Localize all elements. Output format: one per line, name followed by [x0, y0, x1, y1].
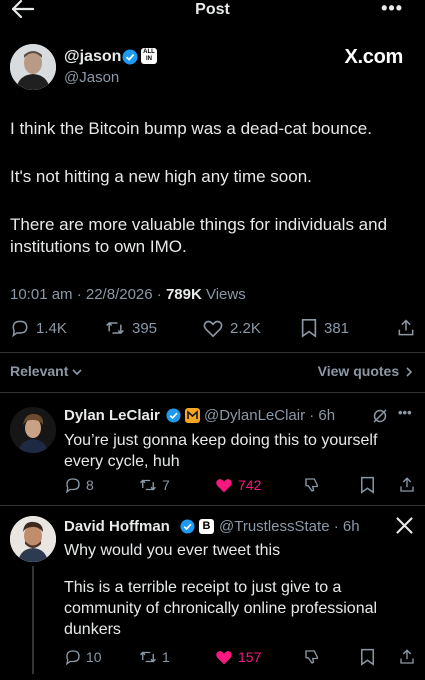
views-label: Views [201, 286, 246, 303]
reply-author-name[interactable]: David Hoffman [64, 518, 170, 535]
reply-icon [12, 320, 28, 338]
author-handle[interactable]: @Jason [64, 69, 119, 86]
page-title: Post [195, 1, 230, 18]
bookmark-icon [361, 648, 374, 666]
sort-label: Relevant [10, 363, 69, 379]
verified-badge-icon [180, 519, 195, 534]
more-options-icon[interactable]: ••• [381, 0, 403, 17]
reply-avatar[interactable] [10, 516, 56, 562]
repost-button[interactable]: 395 [104, 318, 157, 338]
reply-text: Why would you ever tweet this [64, 542, 281, 559]
repost-icon [106, 321, 124, 335]
grok-icon[interactable] [372, 408, 388, 424]
reply-text-continued: This is a terrible receipt to just give … [64, 579, 378, 638]
repost-count: 395 [132, 319, 158, 337]
view-count: 789K [165, 286, 202, 303]
author-name[interactable]: @jason [64, 48, 121, 66]
repost-count: 7 [162, 477, 170, 493]
post-timestamp: 10:01 am · 22/8/2026 · [10, 286, 166, 303]
post-actions: 1.4K 395 2.2K 381 [0, 318, 425, 342]
like-button[interactable]: 742 [214, 476, 261, 494]
brand-watermark: X.com [344, 46, 403, 68]
post-text-line-3: There are more valuable things for indiv… [10, 215, 388, 256]
reply-handle[interactable]: @TrustlessState · 6h [219, 518, 360, 535]
divider [0, 352, 425, 353]
x-logo-icon [395, 516, 414, 535]
affiliate-logo-icon: B [199, 519, 214, 534]
share-icon [398, 319, 414, 336]
repost-button[interactable]: 1 [138, 648, 170, 666]
dislike-button[interactable] [303, 648, 321, 666]
bookmark-button[interactable]: 381 [300, 318, 349, 338]
bookmark-count: 381 [324, 319, 350, 337]
divider [0, 392, 425, 393]
reply-icon [65, 650, 80, 666]
affiliate-badge: ALL IN [141, 48, 157, 64]
post-text-line-1: I think the Bitcoin bump was a dead-cat … [10, 119, 372, 138]
reply-button[interactable]: 8 [64, 476, 94, 494]
divider [0, 505, 425, 506]
share-button[interactable] [396, 318, 416, 338]
reply-count: 1.4K [36, 319, 67, 337]
like-count: 742 [238, 477, 262, 493]
share-button[interactable] [398, 476, 416, 494]
post-text-line-2: It's not hitting a new high any time soo… [10, 167, 312, 186]
chevron-right-icon [406, 367, 413, 377]
like-count: 157 [238, 649, 262, 665]
reply-avatar[interactable] [10, 407, 56, 453]
reply-count: 10 [86, 649, 102, 665]
dislike-button[interactable] [303, 476, 321, 494]
bookmark-icon [361, 476, 374, 494]
view-quotes-link[interactable]: View quotes [318, 363, 413, 379]
verified-badge-icon [166, 408, 181, 423]
reply-icon [65, 478, 80, 494]
reply-count: 8 [86, 477, 94, 493]
repost-count: 1 [162, 649, 170, 665]
heart-filled-icon [216, 651, 232, 665]
repost-icon [140, 479, 156, 491]
bookmark-button[interactable] [360, 648, 375, 666]
bookmark-icon [301, 319, 317, 338]
view-quotes-label: View quotes [317, 363, 400, 379]
bookmark-button[interactable] [360, 476, 375, 494]
chevron-down-icon [72, 368, 82, 376]
thumbs-down-icon [305, 478, 318, 492]
reply-handle[interactable]: @DylanLeClair · 6h [204, 407, 335, 424]
post-meta: 10:01 am · 22/8/2026 · 789K Views [10, 286, 246, 303]
top-bar: Post ••• [0, 0, 425, 22]
repost-button[interactable]: 7 [138, 476, 170, 494]
share-icon [400, 649, 414, 664]
reply-sort-dropdown[interactable]: Relevant [10, 363, 82, 379]
like-button[interactable]: 2.2K [202, 318, 261, 338]
reply-author-name[interactable]: Dylan LeClair [64, 407, 160, 424]
like-button[interactable]: 157 [214, 648, 261, 666]
reply-actions: 8 7 742 [0, 476, 425, 496]
like-count: 2.2K [230, 319, 261, 337]
reply-button[interactable]: 10 [64, 648, 102, 666]
more-options-icon[interactable]: ••• [398, 405, 412, 420]
reply-actions: 10 1 157 [0, 648, 425, 668]
repost-icon [140, 651, 156, 663]
verified-badge-icon [122, 49, 138, 65]
share-icon [400, 477, 414, 492]
share-button[interactable] [398, 648, 416, 666]
affiliate-logo-icon [185, 408, 200, 423]
reply-text: You’re just gonna keep doing this to you… [64, 432, 378, 470]
heart-filled-icon [216, 479, 232, 493]
heart-icon [203, 320, 223, 338]
thumbs-down-icon [305, 650, 318, 664]
author-avatar[interactable] [10, 44, 56, 90]
reply-button[interactable]: 1.4K [10, 318, 67, 338]
